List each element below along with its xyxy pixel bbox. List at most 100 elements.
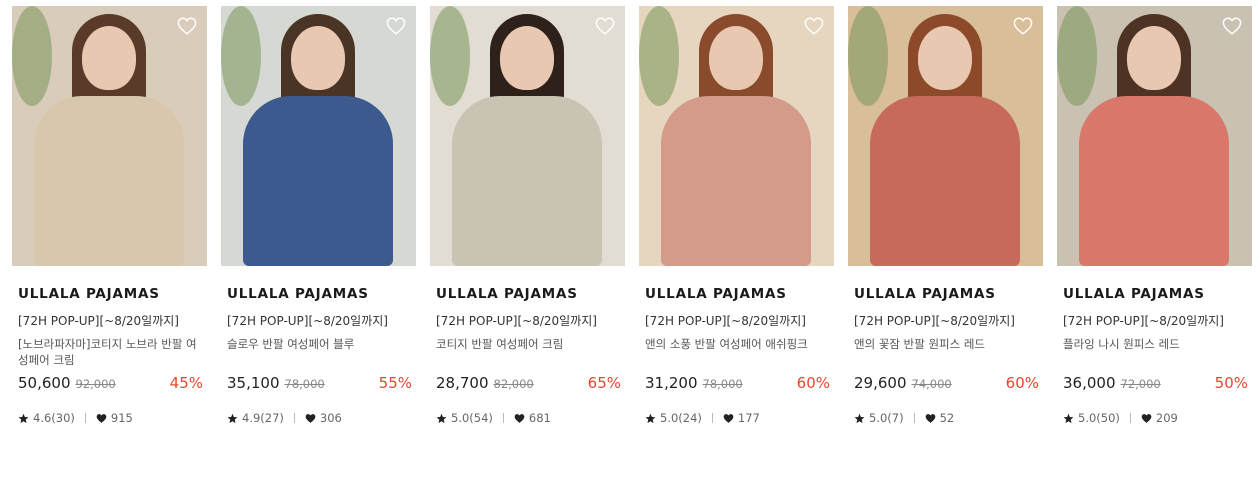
product-meta: 5.0(7) 52	[848, 410, 1043, 426]
product-image[interactable]	[848, 6, 1043, 266]
wishlist-button[interactable]	[1013, 16, 1033, 36]
likes-count: 306	[319, 411, 342, 425]
heart-filled-icon	[1141, 413, 1152, 423]
product-image[interactable]	[1057, 6, 1252, 266]
product-card[interactable]: ULLALA PAJAMAS [72H POP-UP][~8/20일까지] 슬로…	[221, 6, 416, 426]
product-meta: 5.0(24) 177	[639, 410, 834, 426]
model-face	[291, 26, 345, 90]
star-icon	[227, 413, 238, 423]
wishlist-button[interactable]	[386, 16, 406, 36]
product-name[interactable]: [노브라파자마]코티지 노브라 반팔 여성페어 크림	[12, 336, 207, 370]
heart-filled-icon	[514, 413, 525, 423]
product-meta: 4.9(27) 306	[221, 410, 416, 426]
model-face	[918, 26, 972, 90]
heart-outline-icon	[386, 17, 406, 35]
product-image[interactable]	[221, 6, 416, 266]
sale-price: 28,700	[436, 374, 489, 392]
plant-decor	[639, 6, 679, 106]
wishlist-button[interactable]	[177, 16, 197, 36]
product-name[interactable]: 코티지 반팔 여성페어 크림	[430, 336, 625, 370]
model-outfit	[243, 96, 393, 266]
plant-decor	[221, 6, 261, 106]
sale-price: 31,200	[645, 374, 698, 392]
discount-rate: 50%	[1214, 374, 1248, 392]
divider	[1129, 413, 1131, 423]
sale-price: 50,600	[18, 374, 71, 392]
brand-name[interactable]: ULLALA PAJAMAS	[1057, 286, 1252, 304]
original-price: 78,000	[284, 377, 325, 391]
original-price: 82,000	[493, 377, 534, 391]
model-outfit	[452, 96, 602, 266]
product-image[interactable]	[639, 6, 834, 266]
discount-rate: 55%	[378, 374, 412, 392]
likes-count: 52	[939, 411, 955, 425]
rating-text: 5.0(54)	[451, 411, 493, 425]
heart-filled-icon	[96, 413, 107, 423]
divider	[293, 413, 295, 423]
likes-count: 915	[110, 411, 133, 425]
plant-decor	[430, 6, 470, 106]
product-card[interactable]: ULLALA PAJAMAS [72H POP-UP][~8/20일까지] 코티…	[430, 6, 625, 426]
promo-tag: [72H POP-UP][~8/20일까지]	[227, 314, 388, 328]
heart-outline-icon	[1013, 17, 1033, 35]
divider	[711, 413, 713, 423]
heart-filled-icon	[925, 413, 935, 423]
sale-price: 35,100	[227, 374, 280, 392]
heart-filled-icon	[723, 413, 734, 423]
sale-price: 29,600	[854, 374, 907, 392]
product-card[interactable]: ULLALA PAJAMAS [72H POP-UP][~8/20일까지] 플라…	[1057, 6, 1252, 426]
price-row: 36,000 72,000 50%	[1057, 374, 1252, 396]
price-row: 50,600 92,000 45%	[12, 374, 207, 396]
heart-outline-icon	[595, 17, 615, 35]
rating-text: 4.6(30)	[33, 411, 75, 425]
discount-rate: 65%	[587, 374, 621, 392]
original-price: 74,000	[911, 377, 952, 391]
rating-text: 5.0(24)	[660, 411, 702, 425]
brand-name[interactable]: ULLALA PAJAMAS	[221, 286, 416, 304]
product-card[interactable]: ULLALA PAJAMAS [72H POP-UP][~8/20일까지] 앤의…	[848, 6, 1043, 426]
product-meta: 5.0(54) 681	[430, 410, 625, 426]
model-face	[500, 26, 554, 90]
rating-text: 5.0(50)	[1078, 411, 1120, 425]
plant-decor	[1057, 6, 1097, 106]
model-face	[1127, 26, 1181, 90]
likes-count: 681	[528, 411, 551, 425]
product-name[interactable]: 앤의 소풍 반팔 여성페어 애쉬핑크	[639, 336, 834, 370]
rating-text: 4.9(27)	[242, 411, 284, 425]
product-name[interactable]: 플라잉 나시 원피스 레드	[1057, 336, 1252, 370]
original-price: 92,000	[75, 377, 116, 391]
wishlist-button[interactable]	[595, 16, 615, 36]
discount-rate: 60%	[796, 374, 830, 392]
product-image[interactable]	[430, 6, 625, 266]
product-image[interactable]	[12, 6, 207, 266]
promo-tag: [72H POP-UP][~8/20일까지]	[645, 314, 806, 328]
plant-decor	[848, 6, 888, 106]
product-name[interactable]: 앤의 꽃잠 반팔 원피스 레드	[848, 336, 1043, 370]
star-icon	[645, 413, 656, 423]
brand-name[interactable]: ULLALA PAJAMAS	[639, 286, 834, 304]
brand-name[interactable]: ULLALA PAJAMAS	[12, 286, 207, 304]
rating-text: 5.0(7)	[869, 411, 904, 425]
brand-name[interactable]: ULLALA PAJAMAS	[430, 286, 625, 304]
divider	[913, 413, 915, 423]
heart-outline-icon	[1222, 17, 1242, 35]
promo-tag: [72H POP-UP][~8/20일까지]	[18, 314, 179, 328]
product-card[interactable]: ULLALA PAJAMAS [72H POP-UP][~8/20일까지] 앤의…	[639, 6, 834, 426]
heart-outline-icon	[804, 17, 824, 35]
model-outfit	[34, 96, 184, 266]
brand-name[interactable]: ULLALA PAJAMAS	[848, 286, 1043, 304]
original-price: 72,000	[1120, 377, 1161, 391]
model-face	[709, 26, 763, 90]
divider	[84, 413, 86, 423]
price-row: 28,700 82,000 65%	[430, 374, 625, 396]
divider	[502, 413, 504, 423]
likes-count: 177	[737, 411, 760, 425]
product-name[interactable]: 슬로우 반팔 여성페어 블루	[221, 336, 416, 370]
product-card[interactable]: ULLALA PAJAMAS [72H POP-UP][~8/20일까지] [노…	[12, 6, 207, 426]
wishlist-button[interactable]	[804, 16, 824, 36]
promo-tag: [72H POP-UP][~8/20일까지]	[854, 314, 1015, 328]
discount-rate: 60%	[1005, 374, 1039, 392]
wishlist-button[interactable]	[1222, 16, 1242, 36]
sale-price: 36,000	[1063, 374, 1116, 392]
heart-outline-icon	[177, 17, 197, 35]
